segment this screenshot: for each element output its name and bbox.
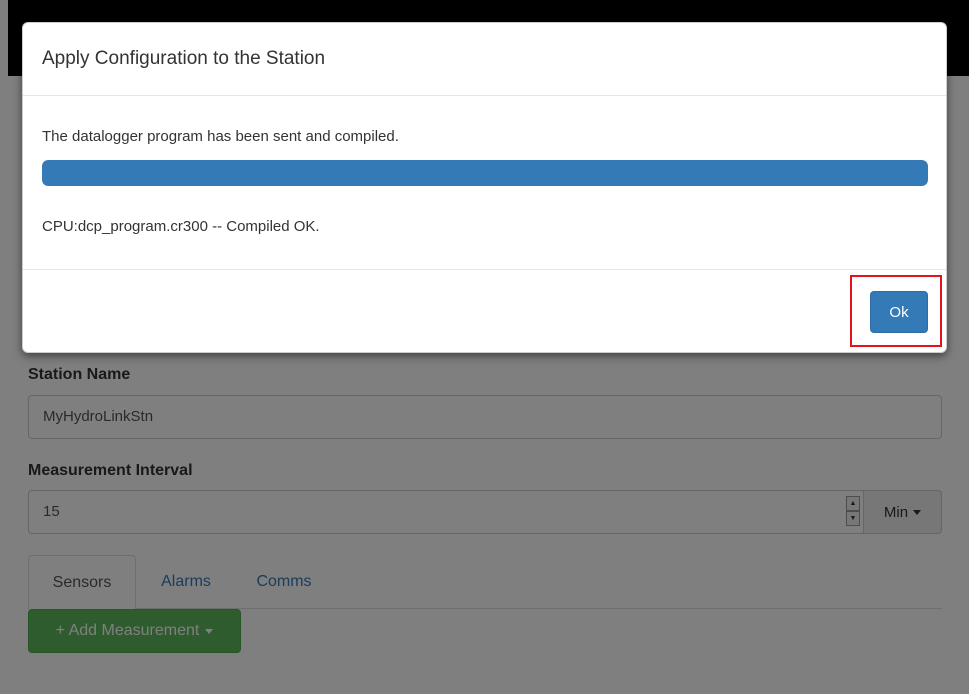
progress-bar-fill bbox=[42, 160, 928, 186]
apply-config-modal: Apply Configuration to the Station The d… bbox=[22, 22, 947, 353]
modal-footer: Ok bbox=[23, 270, 946, 352]
modal-body: The datalogger program has been sent and… bbox=[23, 96, 946, 270]
modal-title: Apply Configuration to the Station bbox=[42, 48, 326, 69]
progress-bar-track bbox=[42, 160, 928, 186]
modal-message: The datalogger program has been sent and… bbox=[42, 128, 399, 145]
page: Station Name MyHydroLinkStn Measurement … bbox=[0, 0, 969, 694]
compile-status: CPU:dcp_program.cr300 -- Compiled OK. bbox=[42, 218, 320, 235]
ok-button[interactable]: Ok bbox=[870, 291, 928, 333]
modal-header: Apply Configuration to the Station bbox=[23, 23, 946, 96]
